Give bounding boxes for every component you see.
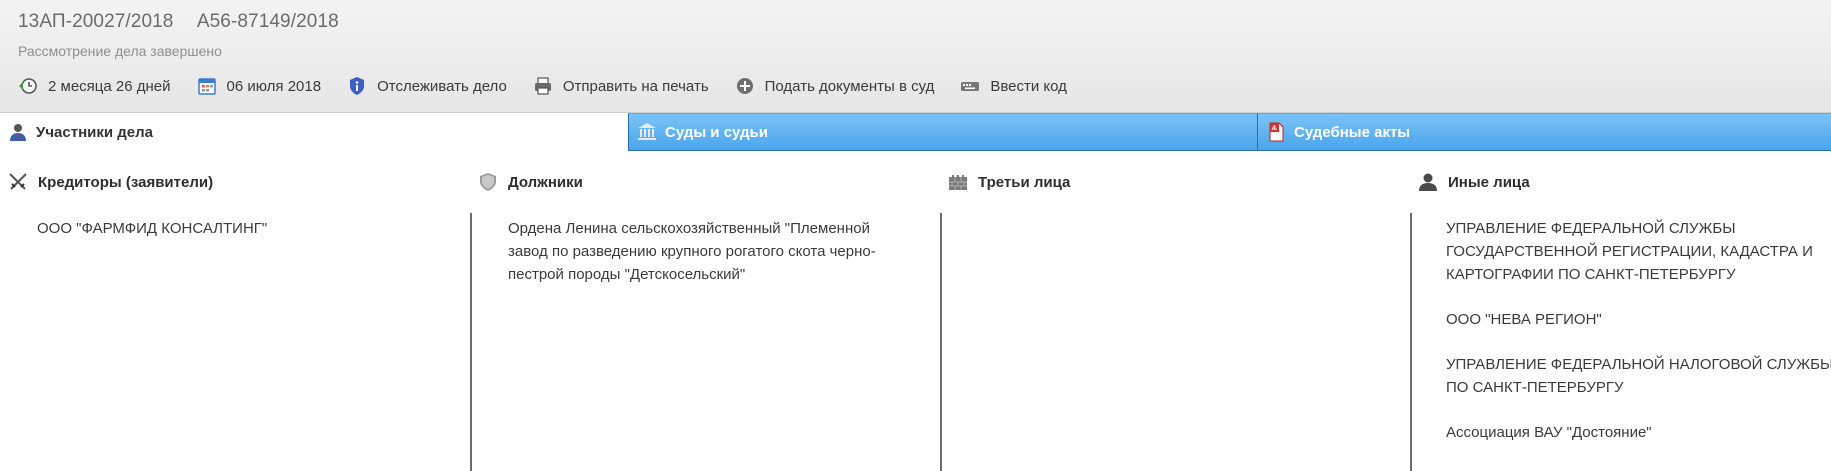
duration-item: 2 месяца 26 дней [18, 76, 171, 96]
date-item: 06 июля 2018 [197, 76, 322, 96]
plus-circle-icon [736, 78, 753, 94]
person-tie-icon [10, 124, 26, 141]
shield-info-icon [350, 77, 365, 95]
case-title: 13АП-20027/2018 А56-87149/2018 [18, 11, 339, 33]
creditors-title: Кредиторы (заявители) [38, 173, 214, 191]
tab-courts[interactable]: Суды и судьи [628, 113, 1257, 151]
third-parties-title: Третьи лица [978, 173, 1071, 191]
other-parties-title: Иные лица [1448, 173, 1530, 191]
debtors-title: Должники [508, 173, 583, 191]
other-parties-heading: Иные лица [1418, 172, 1530, 192]
list-item[interactable]: Ордена Ленина сельскохозяйственный "Плем… [508, 217, 890, 286]
case-number: 13АП-20027/2018 [18, 11, 174, 32]
case-status: Рассмотрение дела завершено [18, 43, 222, 59]
other-parties-column: Иные лица УПРАВЛЕНИЕ ФЕДЕРАЛЬНОЙ СЛУЖБЫ … [1410, 151, 1831, 471]
list-item[interactable]: Ассоциация ВАУ "Достояние" [1446, 421, 1831, 444]
list-item[interactable]: ООО "НЕВА РЕГИОН" [1446, 308, 1831, 331]
fortress-wall-icon [949, 175, 967, 190]
participants-panel: Кредиторы (заявители) ООО "ФАРМФИД КОНСА… [0, 151, 1831, 471]
third-parties-list [940, 213, 976, 471]
case-tabs: Участники дела Суды и судьи Судебные акт… [0, 113, 1831, 151]
creditors-heading: Кредиторы (заявители) [8, 172, 213, 192]
case-header: 13АП-20027/2018 А56-87149/2018 Рассмотре… [0, 0, 1831, 113]
print-button[interactable]: Отправить на печать [533, 76, 709, 96]
third-parties-column: Третьи лица [940, 151, 1410, 471]
debtors-heading: Должники [478, 172, 583, 192]
pdf-document-icon [1269, 122, 1284, 142]
third-parties-heading: Третьи лица [948, 172, 1070, 192]
shield-icon [480, 173, 496, 191]
person-icon [1419, 173, 1437, 191]
printer-icon [534, 77, 551, 95]
tab-participants[interactable]: Участники дела [0, 113, 628, 151]
track-case-button[interactable]: Отслеживать дело [347, 76, 507, 96]
duration-label: 2 месяца 26 дней [48, 77, 171, 95]
calendar-icon [197, 78, 216, 95]
print-label: Отправить на печать [562, 77, 709, 95]
enter-code-button[interactable]: Ввести код [960, 76, 1067, 96]
other-parties-list: УПРАВЛЕНИЕ ФЕДЕРАЛЬНОЙ СЛУЖБЫ ГОСУДАРСТВ… [1410, 213, 1831, 471]
clock-back-icon [19, 78, 37, 94]
list-item[interactable]: УПРАВЛЕНИЕ ФЕДЕРАЛЬНОЙ НАЛОГОВОЙ СЛУЖБЫ … [1446, 353, 1831, 399]
tab-courts-label: Суды и судьи [665, 123, 768, 141]
date-label: 06 июля 2018 [226, 77, 322, 95]
debtors-column: Должники Ордена Ленина сельскохозяйствен… [470, 151, 940, 471]
tab-acts[interactable]: Судебные акты [1257, 113, 1831, 151]
crossed-swords-icon [9, 173, 27, 190]
case-toolbar: 2 месяца 26 дней 06 июля 2018 Отслеживат… [18, 76, 1093, 96]
creditors-list: ООО "ФАРМФИД КОНСАЛТИНГ" [2, 213, 267, 471]
submit-documents-button[interactable]: Подать документы в суд [735, 76, 935, 96]
keyboard-icon [961, 82, 980, 91]
case-number-alt: А56-87149/2018 [196, 11, 339, 32]
tab-acts-label: Судебные акты [1294, 123, 1411, 141]
creditors-column: Кредиторы (заявители) ООО "ФАРМФИД КОНСА… [0, 151, 470, 471]
debtors-list: Ордена Ленина сельскохозяйственный "Плем… [470, 213, 890, 471]
courthouse-icon [638, 123, 656, 140]
list-item[interactable]: УПРАВЛЕНИЕ ФЕДЕРАЛЬНОЙ СЛУЖБЫ ГОСУДАРСТВ… [1446, 217, 1831, 286]
list-item[interactable]: ООО "ФАРМФИД КОНСАЛТИНГ" [37, 217, 267, 240]
track-case-label: Отслеживать дело [377, 77, 507, 95]
enter-code-label: Ввести код [990, 77, 1067, 95]
submit-documents-label: Подать документы в суд [764, 77, 935, 95]
tab-participants-label: Участники дела [36, 123, 153, 141]
